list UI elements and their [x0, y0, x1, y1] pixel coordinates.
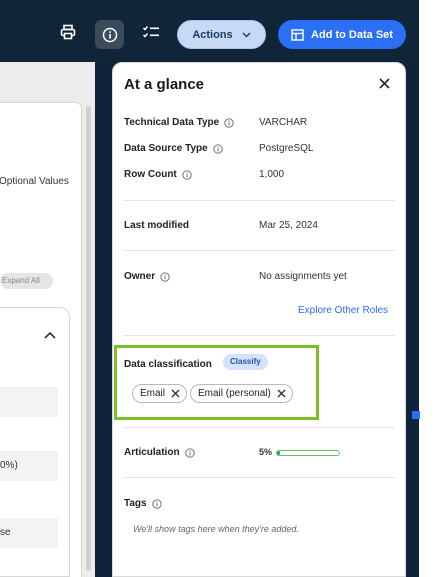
info-icon[interactable] [184, 447, 195, 458]
classification-highlight [114, 345, 319, 420]
explore-other-roles-link[interactable]: Explore Other Roles [298, 305, 388, 316]
divider [124, 477, 395, 478]
owner-value: No assignments yet [259, 271, 347, 282]
expand-all-button[interactable]: Expand All [0, 273, 53, 289]
info-icon [102, 27, 117, 42]
data-source-type-value: PostgreSQL [259, 143, 314, 154]
data-source-type-text: Data Source Type [124, 143, 208, 154]
add-to-data-set-label: Add to Data Set [311, 28, 393, 41]
classification-chip-email-personal: Email (personal) [190, 384, 293, 403]
list-item: se [0, 518, 58, 548]
technical-data-type-label: Technical Data Type [124, 117, 234, 128]
add-to-data-set-button[interactable]: Add to Data Set [278, 20, 406, 49]
data-classification-label: Data classification [124, 359, 212, 370]
list-item [0, 387, 58, 417]
list-item-text: 0%) [0, 460, 18, 471]
last-modified-value: Mar 25, 2024 [259, 220, 318, 231]
articulation-progress-fill [277, 451, 281, 455]
chevron-down-icon [242, 32, 251, 37]
info-toggle-button[interactable] [95, 20, 124, 49]
owner-label: Owner [124, 271, 170, 282]
classification-chip-email: Email [132, 384, 188, 403]
articulation-value: 5% [259, 447, 273, 457]
info-icon[interactable] [213, 143, 223, 154]
data-classification-text: Data classification [124, 359, 212, 370]
chip-label: Email [140, 388, 166, 399]
divider [124, 250, 395, 251]
checklist-icon[interactable] [141, 22, 161, 42]
table-icon [291, 28, 304, 41]
remove-chip-icon[interactable] [277, 389, 286, 398]
actions-button[interactable]: Actions [177, 20, 266, 49]
row-count-text: Row Count [124, 169, 177, 180]
chevron-up-icon[interactable] [44, 326, 56, 344]
chip-label: Email (personal) [198, 388, 271, 399]
print-icon[interactable] [58, 22, 78, 42]
panel-title: At a glance [124, 76, 205, 93]
tags-empty-state: We'll show tags here when they're added. [133, 524, 299, 534]
tags-text: Tags [124, 498, 147, 509]
last-modified-text: Last modified [124, 220, 190, 231]
divider [124, 335, 395, 336]
classify-button[interactable]: Classify [223, 354, 268, 370]
articulation-progress-bar [276, 450, 340, 456]
info-icon[interactable] [151, 498, 162, 509]
owner-text: Owner [124, 271, 156, 282]
scrollbar[interactable] [86, 106, 91, 571]
at-a-glance-panel: At a glance Technical Data Type VARCHAR … [112, 62, 406, 577]
row-count-label: Row Count [124, 169, 192, 180]
last-modified-label: Last modified [124, 220, 189, 231]
technical-data-type-value: VARCHAR [259, 117, 308, 128]
resize-handle[interactable] [412, 411, 420, 419]
optional-values-label: Optional Values [0, 176, 69, 187]
list-item-text: se [0, 527, 11, 538]
actions-label: Actions [192, 28, 233, 41]
list-item: 0%) [0, 451, 58, 481]
row-count-value: 1,000 [259, 169, 285, 180]
info-icon[interactable] [160, 271, 170, 282]
tags-label: Tags [124, 498, 162, 509]
data-source-type-label: Data Source Type [124, 143, 223, 154]
divider [124, 200, 395, 201]
technical-data-type-text: Technical Data Type [124, 117, 220, 128]
info-icon[interactable] [224, 117, 234, 128]
close-icon[interactable] [378, 77, 392, 91]
articulation-label: Articulation [124, 447, 195, 458]
top-bar: Actions Add to Data Set [0, 0, 416, 62]
articulation-text: Articulation [124, 447, 180, 458]
info-icon[interactable] [182, 169, 192, 180]
right-edge [416, 0, 443, 577]
remove-chip-icon[interactable] [171, 389, 180, 398]
divider [124, 427, 395, 428]
